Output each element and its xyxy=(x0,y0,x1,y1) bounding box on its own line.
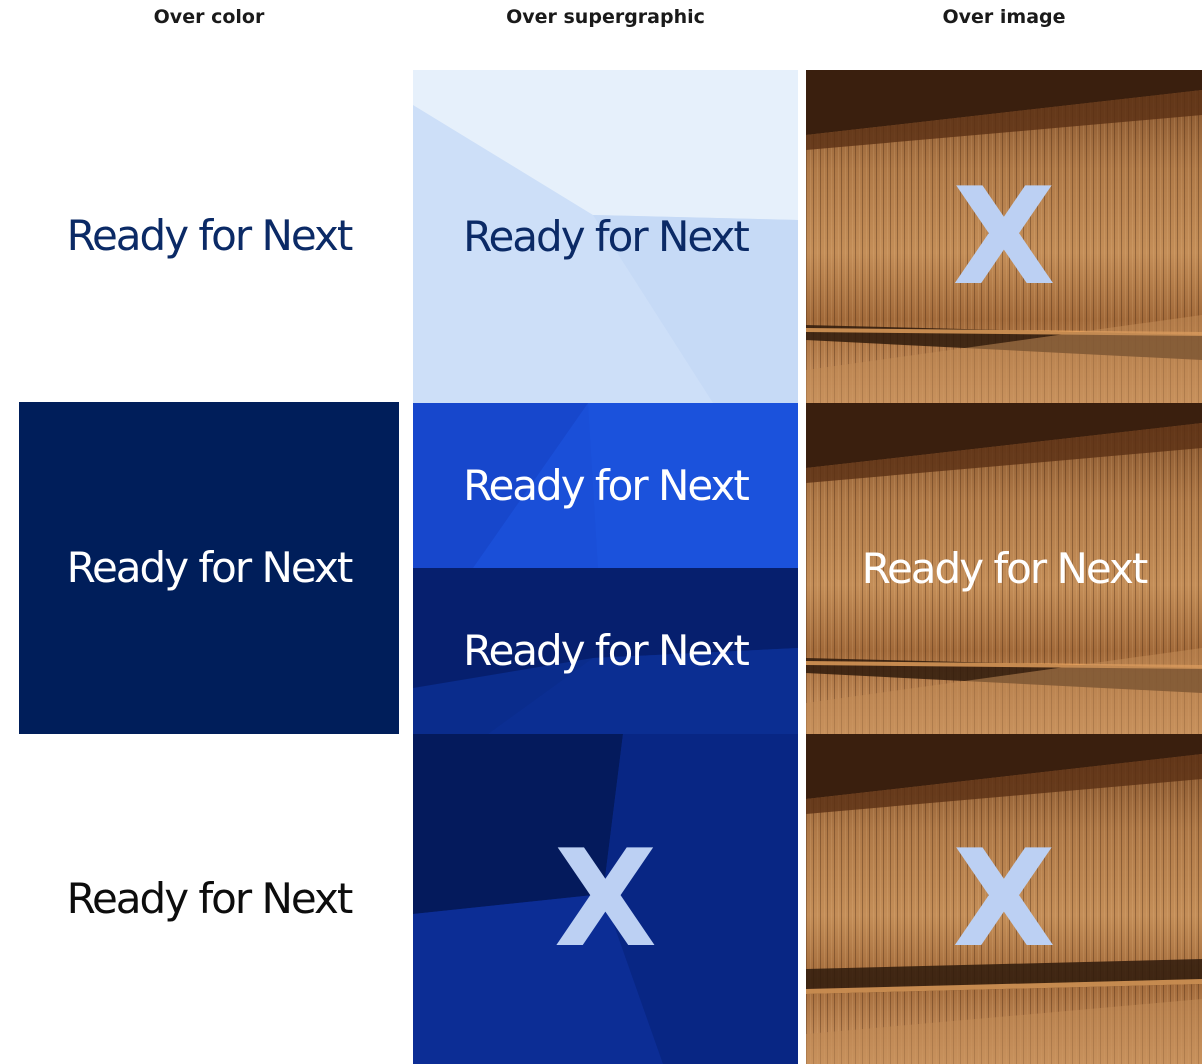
tile-image-x-bottom: X xyxy=(806,734,1202,1064)
tagline-text: Ready for Next xyxy=(66,874,354,923)
tile-color-white-black-text: Ready for Next xyxy=(19,734,399,1064)
column-header-over-color: Over color xyxy=(153,6,265,28)
tagline-text: Ready for Next xyxy=(66,211,354,260)
tagline-text: Ready for Next xyxy=(861,543,1149,593)
tile-supergraphic-deep-blue: Ready for Next xyxy=(413,568,798,734)
tagline-text: Ready for Next xyxy=(463,460,750,510)
tile-color-navy: Ready for Next xyxy=(19,402,399,734)
tile-supergraphic-light: Ready for Next xyxy=(413,70,798,403)
tagline-text: Ready for Next xyxy=(463,626,750,675)
column-header-over-supergraphic: Over supergraphic xyxy=(506,6,705,28)
x-mark: X xyxy=(553,821,658,977)
tile-image-x-top: X xyxy=(806,70,1202,403)
column-header-over-image: Over image xyxy=(942,6,1066,28)
x-mark: X xyxy=(952,158,1056,315)
tile-supergraphic-bright-blue: Ready for Next xyxy=(413,403,798,568)
tile-image-tagline: Ready for Next xyxy=(806,403,1202,734)
tile-supergraphic-navy-x: X xyxy=(413,734,798,1064)
tile-color-white-navy-text: Ready for Next xyxy=(19,70,399,402)
tagline-text: Ready for Next xyxy=(66,543,354,592)
tagline-text: Ready for Next xyxy=(463,211,750,261)
x-mark: X xyxy=(952,821,1056,977)
